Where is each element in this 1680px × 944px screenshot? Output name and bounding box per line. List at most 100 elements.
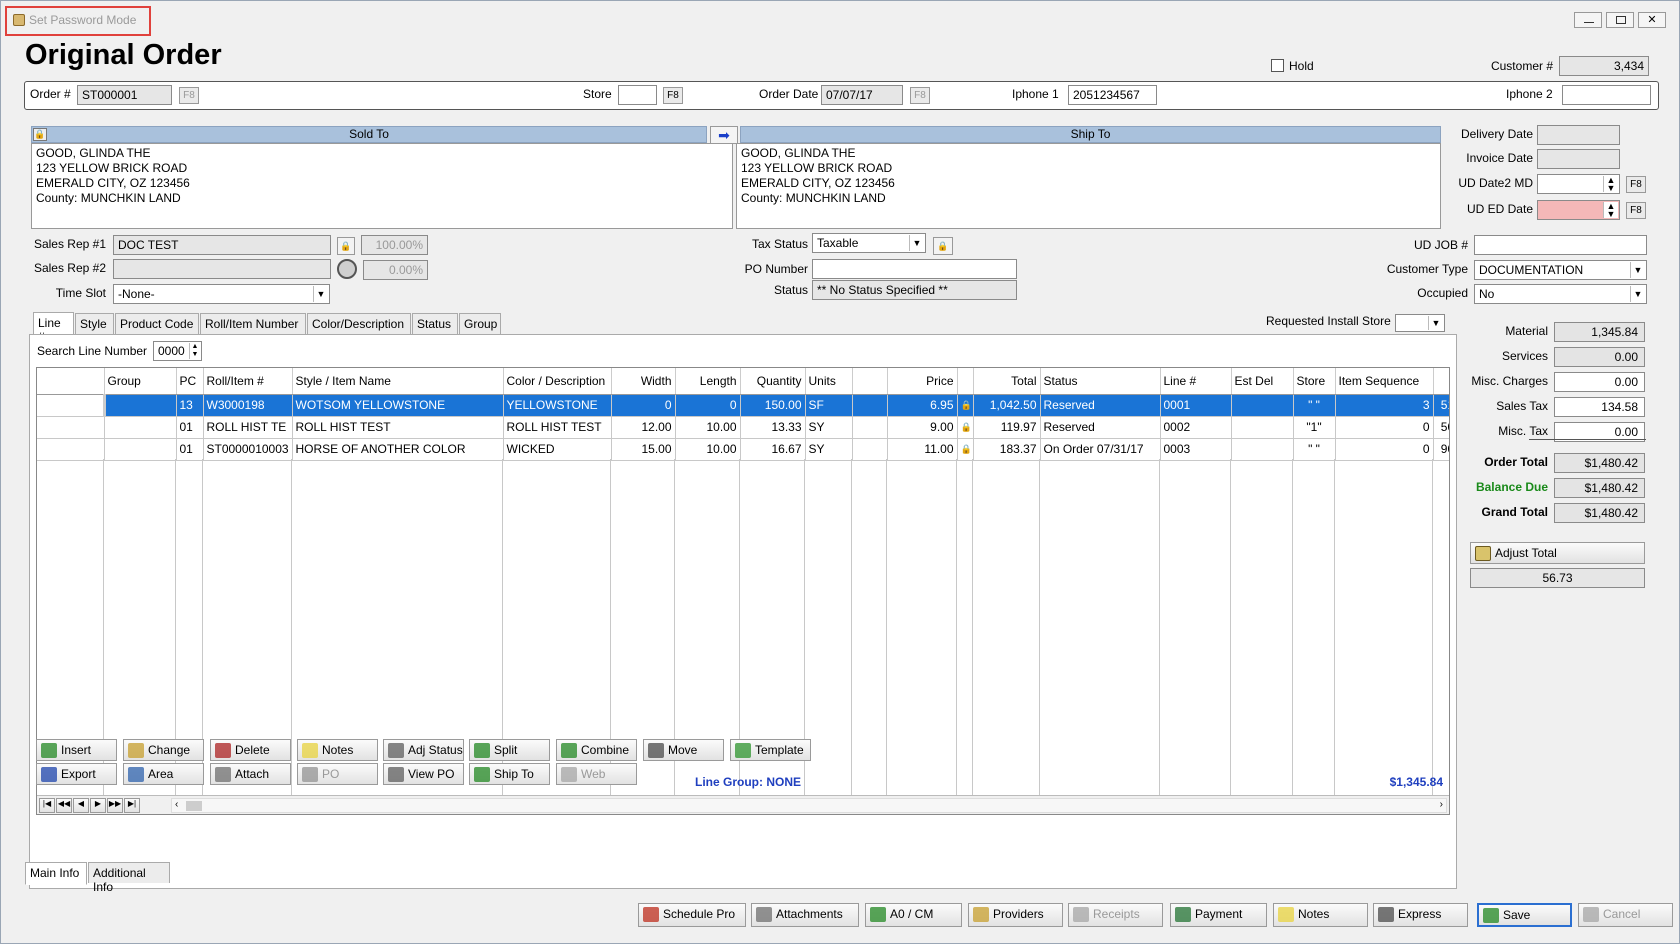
grid-column-header[interactable] (852, 368, 888, 395)
grid-column-header[interactable]: Length (675, 368, 741, 395)
tab-group[interactable]: Group (459, 313, 501, 334)
grand-total-field[interactable]: $1,480.42 (1554, 503, 1645, 523)
receipts-button[interactable]: Receipts (1068, 903, 1163, 927)
ud-ed-date-field[interactable]: ▲ ▼ (1537, 200, 1620, 220)
hold-checkbox[interactable] (1271, 59, 1284, 72)
grid-column-header[interactable]: Status (1040, 368, 1161, 395)
spinner-icon[interactable]: ▲ ▼ (1603, 202, 1618, 219)
misc-field[interactable]: 0.00 (1554, 372, 1645, 392)
grid-column-header[interactable]: Color / Description (503, 368, 612, 395)
tax-status-select[interactable]: Taxable ▼ (812, 233, 926, 253)
ud-ed-date-f8-button[interactable]: F8 (1626, 202, 1646, 219)
spinner-icon[interactable]: ▲ ▼ (189, 343, 200, 359)
tab-style[interactable]: Style (75, 313, 114, 334)
tab-roll-item-number[interactable]: Roll/Item Number (200, 313, 306, 334)
order-number-field[interactable]: ST000001 (77, 85, 172, 105)
status-field[interactable]: ** No Status Specified ** (812, 280, 1017, 300)
change-button[interactable]: Change (123, 739, 204, 761)
attachments-button[interactable]: Attachments (751, 903, 859, 927)
tab-additional-info[interactable]: Additional Info (88, 862, 170, 894)
order-f8-button[interactable]: F8 (179, 87, 199, 104)
notes-button[interactable]: Notes (297, 739, 378, 761)
lock-icon[interactable]: 🔒 (33, 128, 47, 141)
grid-column-header[interactable]: Total (973, 368, 1041, 395)
ud-job-field[interactable] (1474, 235, 1647, 255)
cancel-button[interactable]: Cancel (1578, 903, 1673, 927)
store-field[interactable] (618, 85, 657, 105)
prev-page-button[interactable]: ◀◀ (56, 798, 72, 813)
move-button[interactable]: Move (643, 739, 724, 761)
balance-due-field[interactable]: $1,480.42 (1554, 478, 1645, 498)
a0-cm-button[interactable]: A0 / CM (865, 903, 962, 927)
sales-tax-field[interactable]: 134.58 (1554, 397, 1645, 417)
save-button[interactable]: Save (1477, 903, 1572, 927)
scroll-right-icon[interactable]: › (1440, 799, 1443, 810)
scroll-thumb[interactable] (186, 801, 202, 811)
grid-column-header[interactable]: Style / Item Name (292, 368, 504, 395)
order-total-field[interactable]: $1,480.42 (1554, 453, 1645, 473)
tab-color-description[interactable]: Color/Description (307, 313, 411, 334)
payment-button[interactable]: Payment (1170, 903, 1267, 927)
password-mode-label[interactable]: Set Password Mode (29, 13, 136, 27)
rep1-percent-field[interactable]: 100.00% (361, 235, 428, 255)
scroll-left-icon[interactable]: ‹ (175, 799, 178, 810)
time-slot-select[interactable]: -None- ▼ (113, 284, 330, 304)
tab-product-code[interactable]: Product Code (115, 313, 199, 334)
rep1-lock-icon[interactable]: 🔒 (337, 237, 355, 255)
insert-button[interactable]: Insert (36, 739, 117, 761)
combine-button[interactable]: Combine (556, 739, 637, 761)
rep2-percent-field[interactable]: 0.00% (363, 260, 428, 280)
table-row[interactable]: 01 ST0000010003 HORSE OF ANOTHER COLOR WICK… (37, 438, 1449, 461)
grid-column-header[interactable]: Roll/Item # (203, 368, 293, 395)
template-button[interactable]: Template (730, 739, 811, 761)
grid-column-header[interactable]: Store (1293, 368, 1336, 395)
iphone2-field[interactable] (1562, 85, 1651, 105)
next-page-button[interactable]: ▶▶ (107, 798, 123, 813)
schedule-pro-button[interactable]: Schedule Pro (638, 903, 746, 927)
express-button[interactable]: Express (1373, 903, 1468, 927)
tab-line-number[interactable]: Line # (33, 312, 74, 344)
last-record-button[interactable]: ▶| (124, 798, 140, 813)
ud-date2-field[interactable]: ▲ ▼ (1537, 174, 1620, 194)
store-f8-button[interactable]: F8 (663, 87, 683, 104)
sales-rep2-field[interactable] (113, 259, 331, 279)
order-date-f8-button[interactable]: F8 (910, 87, 930, 104)
ud-date2-f8-button[interactable]: F8 (1626, 176, 1646, 193)
adjust-total-button[interactable]: Adjust Total (1470, 542, 1645, 564)
services-field[interactable]: 0.00 (1554, 347, 1645, 367)
tax-lock-icon[interactable]: 🔒 (933, 237, 953, 255)
grid-column-header[interactable] (37, 368, 105, 395)
first-record-button[interactable]: |◀ (39, 798, 55, 813)
attach-button[interactable]: Attach (210, 763, 291, 785)
grid-column-header[interactable]: Line # (1160, 368, 1232, 395)
table-row[interactable]: 13 W3000198 WOTSOM YELLOWSTONE YELLOWSTONE 0… (37, 394, 1449, 417)
sold-to-address[interactable]: GOOD, GLINDA THE 123 YELLOW BRICK ROAD E… (31, 143, 733, 229)
area-button[interactable]: Area (123, 763, 204, 785)
invoice-date-field[interactable] (1537, 149, 1620, 169)
grid-column-header[interactable]: Units (805, 368, 853, 395)
material-field[interactable]: 1,345.84 (1554, 322, 1645, 342)
grid-column-header[interactable]: Width (611, 368, 676, 395)
search-line-field[interactable]: 0000 ▲ ▼ (153, 341, 202, 361)
close-button[interactable]: ✕ (1638, 12, 1666, 28)
spinner-icon[interactable]: ▲ ▼ (1603, 176, 1618, 193)
next-record-button[interactable]: ▶ (90, 798, 106, 813)
occupied-select[interactable]: No ▼ (1474, 284, 1647, 304)
grid-column-header[interactable]: Quantity (740, 368, 806, 395)
web-button[interactable]: Web (556, 763, 637, 785)
minimize-button[interactable] (1574, 12, 1602, 28)
split-button[interactable]: Split (469, 739, 550, 761)
providers-button[interactable]: Providers (968, 903, 1063, 927)
order-date-field[interactable]: 07/07/17 (821, 85, 903, 105)
grid-column-header[interactable]: PC (176, 368, 204, 395)
grid-column-header[interactable]: Price (887, 368, 958, 395)
ship-to-address[interactable]: GOOD, GLINDA THE 123 YELLOW BRICK ROAD E… (736, 143, 1441, 229)
table-row[interactable]: 01 ROLL HIST TE ROLL HIST TEST ROLL HIST TE… (37, 416, 1449, 439)
restore-button[interactable] (1606, 12, 1634, 28)
tab-main-info[interactable]: Main Info (25, 862, 87, 885)
copy-to-ship-arrow-icon[interactable]: ➡ (710, 126, 738, 144)
view-po-button[interactable]: View PO (383, 763, 464, 785)
horizontal-scrollbar[interactable]: ‹ › (171, 798, 1447, 813)
iphone1-field[interactable]: 2051234567 (1068, 85, 1157, 105)
grid-column-header[interactable]: Group (104, 368, 177, 395)
